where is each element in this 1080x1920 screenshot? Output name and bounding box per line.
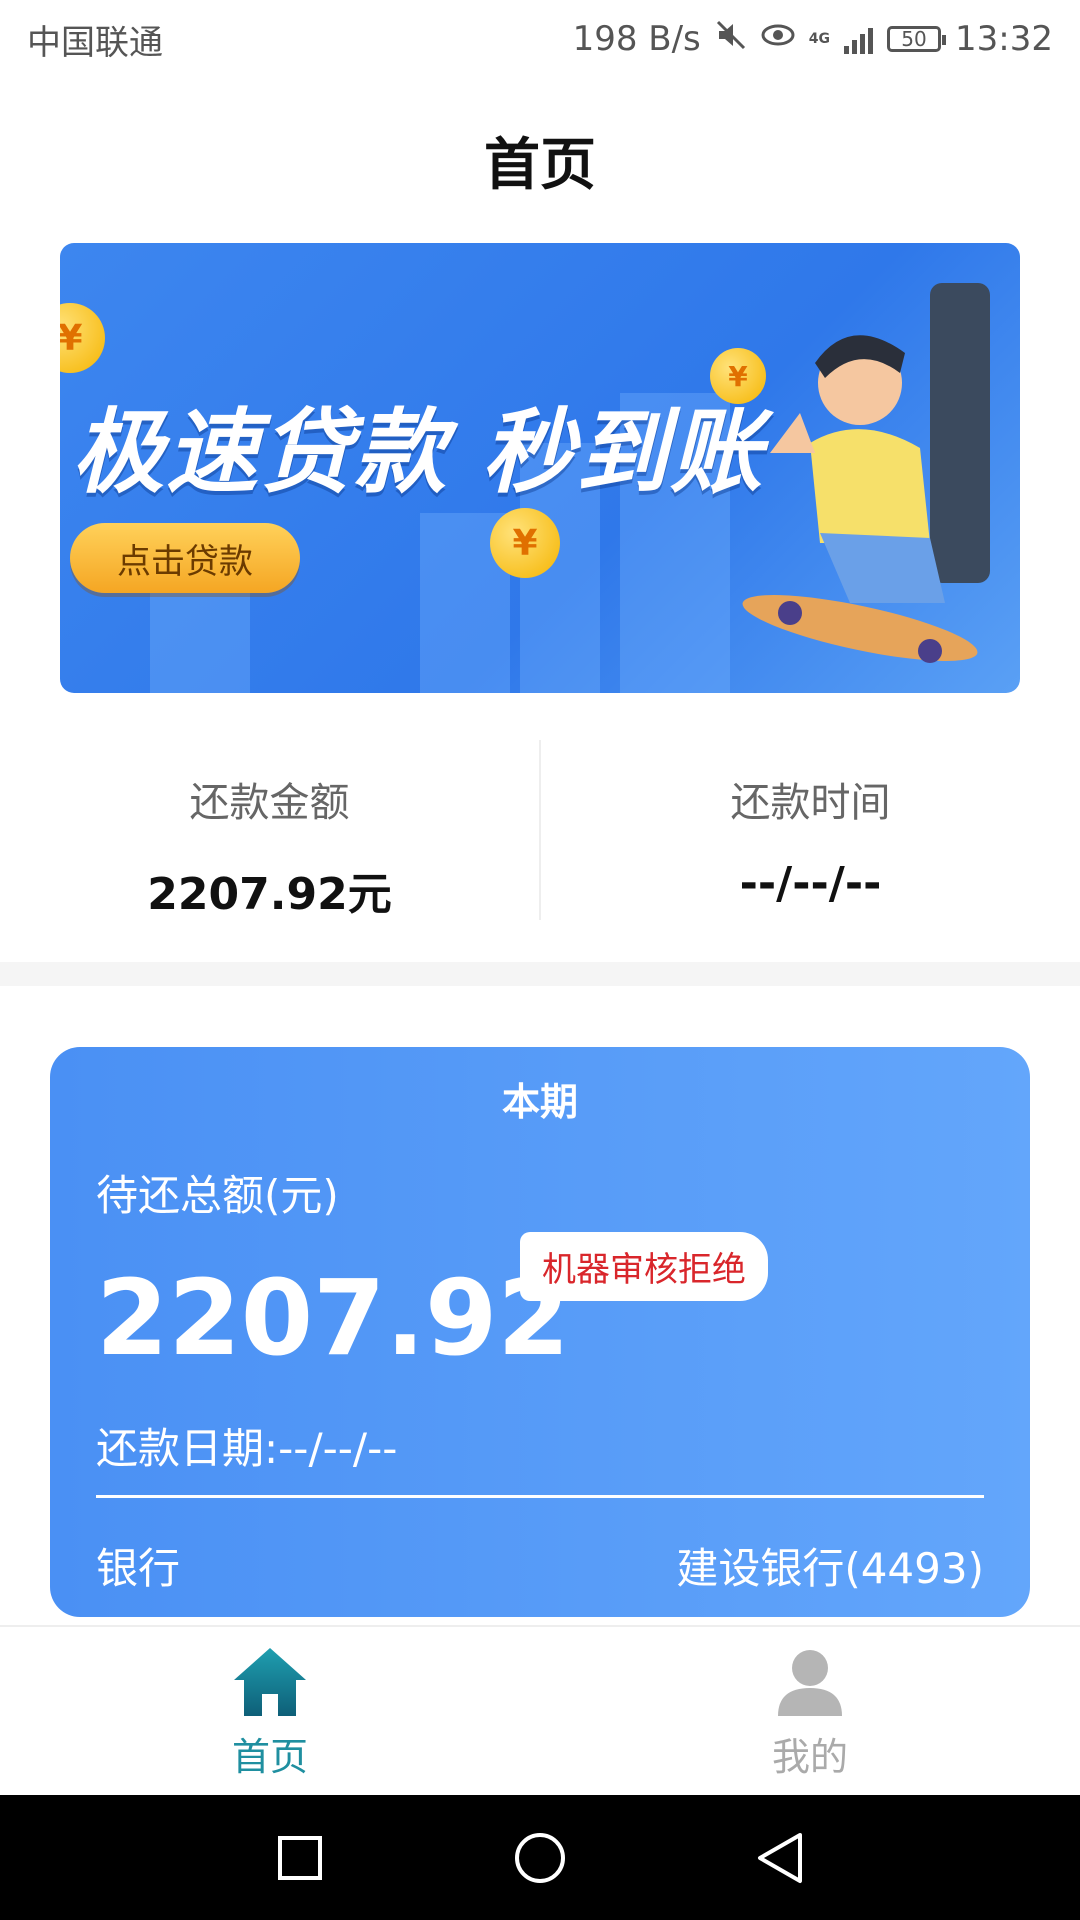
- nav-item-home[interactable]: 首页: [0, 1627, 540, 1797]
- coin-icon: ¥: [490, 508, 560, 578]
- repayment-time-label: 还款时间: [730, 780, 891, 826]
- status-badge: 机器审核拒绝: [520, 1232, 768, 1301]
- repayment-amount-value: 2207.92元: [147, 869, 392, 920]
- network-type: 4G: [808, 31, 831, 47]
- repayment-time-value: --/--/--: [739, 858, 882, 909]
- user-icon: [778, 1649, 842, 1716]
- page-title: 首页: [484, 133, 596, 198]
- repayment-time: 还款时间 --/--/--: [541, 740, 1080, 920]
- section-separator: [0, 962, 1080, 986]
- due-total-label: 待还总额(元): [96, 1171, 339, 1220]
- current-period-card[interactable]: 本期 待还总额(元) 2207.92 机器审核拒绝 还款日期:--/--/-- …: [50, 1047, 1030, 1617]
- battery-level: 50: [901, 27, 927, 51]
- bank-value: 建设银行(4493): [676, 1544, 984, 1593]
- network-speed: 198 B/s: [572, 19, 701, 59]
- skateboarder-illustration: [742, 283, 990, 663]
- carrier-name: 中国联通: [27, 22, 163, 63]
- home-system-button[interactable]: [510, 1828, 570, 1888]
- eye-icon: [761, 19, 795, 60]
- bottom-nav: 首页 我的: [0, 1625, 1080, 1797]
- banner-headline: 极速贷款 秒到账: [72, 399, 765, 506]
- promo-banner[interactable]: ¥ ¥ ¥ 极速贷款 秒到账 点击贷款: [60, 243, 1020, 693]
- system-nav-bar: [0, 1795, 1080, 1920]
- nav-item-mine[interactable]: 我的: [540, 1627, 1080, 1797]
- bank-label: 银行: [96, 1544, 181, 1593]
- status-indicators: 198 B/s 4G 50 13:32: [573, 19, 1053, 60]
- square-icon: [278, 1835, 322, 1880]
- home-icon: [234, 1647, 306, 1716]
- card-title: 本期: [501, 1080, 578, 1124]
- loan-now-button[interactable]: 点击贷款: [70, 523, 300, 593]
- card-divider: [96, 1495, 984, 1498]
- recent-apps-button[interactable]: [270, 1828, 330, 1888]
- battery-icon: 50: [887, 26, 947, 52]
- circle-icon: [515, 1832, 565, 1883]
- status-bar: 中国联通 198 B/s 4G 50 13:32: [0, 0, 1080, 78]
- home-screen: 中国联通 198 B/s 4G 50 13:32 首页 ¥ ¥ ¥ 极速贷款 秒…: [0, 0, 1080, 1920]
- back-triangle-icon: [758, 1832, 802, 1883]
- repayment-amount-label: 还款金额: [189, 780, 350, 826]
- coin-icon: ¥: [60, 303, 105, 373]
- due-total-amount: 2207.92: [96, 1257, 570, 1379]
- back-button[interactable]: [750, 1828, 810, 1888]
- nav-label-mine: 我的: [771, 1734, 848, 1779]
- signal-icon: [844, 24, 874, 54]
- nav-label-home: 首页: [231, 1734, 308, 1779]
- repayment-summary: 还款金额 2207.92元 还款时间 --/--/--: [0, 740, 1080, 920]
- mute-icon: [715, 19, 747, 60]
- due-date: 还款日期:--/--/--: [96, 1424, 398, 1473]
- repayment-amount: 还款金额 2207.92元: [0, 740, 539, 920]
- clock: 13:32: [955, 19, 1053, 59]
